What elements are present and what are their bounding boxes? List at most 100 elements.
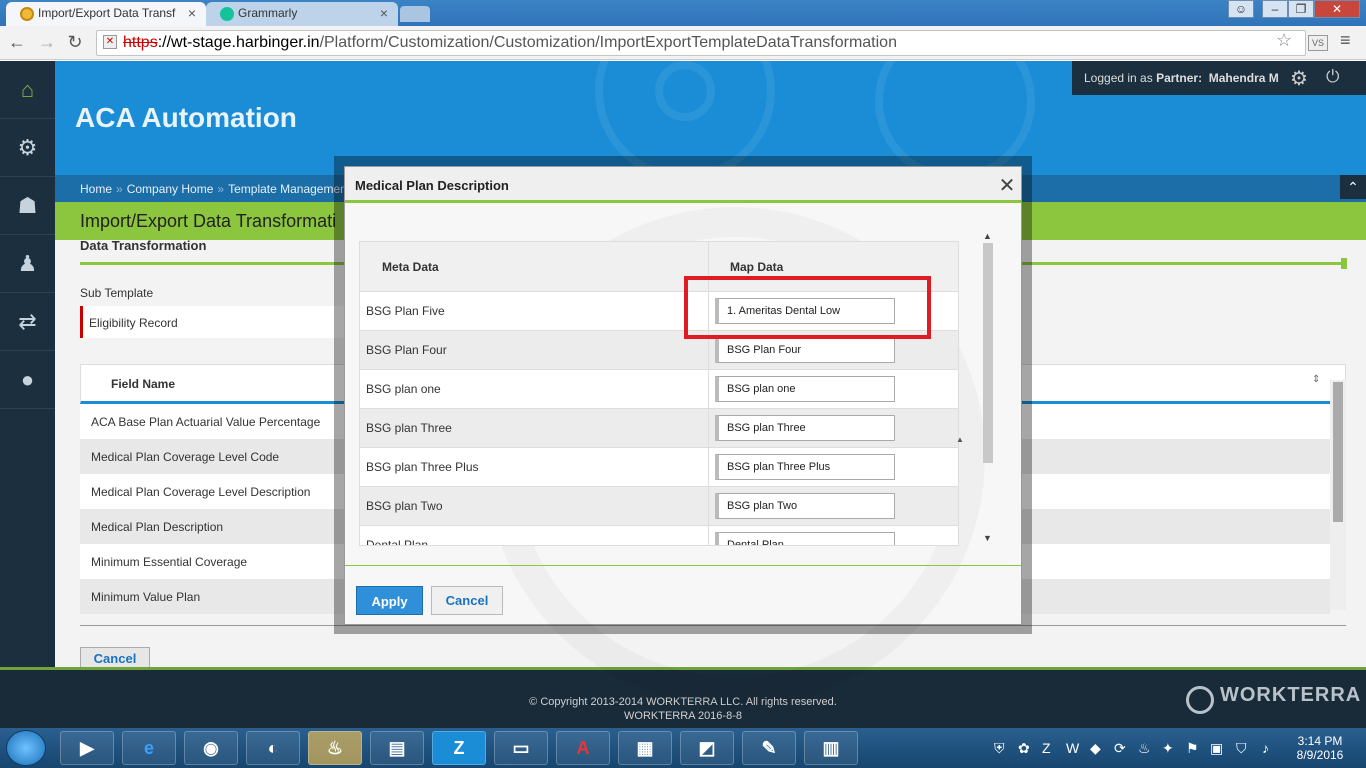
column-divider <box>708 487 709 526</box>
column-header-meta-data: Meta Data <box>382 260 439 274</box>
taskbar-app-notes[interactable]: ▤ <box>370 731 424 765</box>
user-admin-icon[interactable]: ☗ <box>0 177 55 235</box>
scrollbar-thumb[interactable] <box>983 243 993 463</box>
system-tray: ⛨ ✿ Z W ◆ ⟳ ♨ ✦ ⚑ ▣ ⛉ ♪ <box>990 728 1290 768</box>
logged-in-prefix: Logged in as <box>1084 71 1157 85</box>
breadcrumb-template-management[interactable]: Template Management <box>228 182 350 196</box>
configuration-icon[interactable]: ⚙ <box>0 119 55 177</box>
taskbar-app-z[interactable]: Z <box>432 731 486 765</box>
tray-app-icon[interactable]: ◆ <box>1090 740 1101 757</box>
tray-shield-icon[interactable]: ⛨ <box>994 740 1005 757</box>
column-divider <box>708 409 709 448</box>
column-divider <box>708 526 709 545</box>
footer-brand: WORKTERRA <box>1220 684 1362 706</box>
user-icon[interactable]: ♟ <box>0 235 55 293</box>
page-cancel-button[interactable]: Cancel <box>80 647 150 669</box>
page-title: Import/Export Data Transformati <box>80 211 337 231</box>
address-bar[interactable]: ✕ https://wt-stage.harbinger.in/Platform/… <box>96 30 1306 56</box>
meta-data-cell: BSG plan Three Plus <box>366 460 479 474</box>
tray-sync-icon[interactable]: ⟳ <box>1114 740 1126 757</box>
mapping-row: Dental Plan Dental Plan <box>360 526 958 546</box>
taskbar-app-ie[interactable]: e <box>122 731 176 765</box>
taskbar-app-snipping[interactable]: ◩ <box>680 731 734 765</box>
taskbar-app-firefox[interactable]: ◐ <box>246 731 300 765</box>
taskbar-app-acrobat[interactable]: A <box>556 731 610 765</box>
breadcrumb-home[interactable]: Home <box>80 182 112 196</box>
tray-z-icon[interactable]: Z <box>1042 740 1051 756</box>
taskbar-clock[interactable]: 3:14 PM 8/9/2016 <box>1290 734 1350 762</box>
map-data-input[interactable]: Dental Plan <box>715 532 895 545</box>
taskbar-app-media[interactable]: ▶ <box>60 731 114 765</box>
settings-gear-icon[interactable]: ⚙ <box>1290 66 1308 91</box>
new-tab-button[interactable] <box>400 6 430 22</box>
tab-title: Import/Export Data Transf <box>38 6 176 20</box>
dialog-cancel-button[interactable]: Cancel <box>431 586 503 615</box>
taskbar-app-paint[interactable]: ✎ <box>742 731 796 765</box>
tab-close-icon[interactable]: × <box>188 5 196 21</box>
map-data-input[interactable]: BSG plan Three <box>715 415 895 441</box>
home-icon[interactable]: ⌂ <box>0 61 55 119</box>
partner-label: Partner: <box>1156 71 1203 85</box>
minimize-button[interactable]: – <box>1262 0 1288 18</box>
login-info: Logged in as Partner: Mahendra M ⚙ ⏻ <box>1072 61 1366 95</box>
transfer-arrows-icon[interactable]: ⇄ <box>0 293 55 351</box>
taskbar-app-calculator[interactable]: ▥ <box>804 731 858 765</box>
back-arrow-icon[interactable]: ← <box>6 32 28 53</box>
insecure-lock-icon[interactable]: ✕ <box>103 35 117 49</box>
scrollbar-thumb[interactable] <box>1333 382 1343 522</box>
menu-icon[interactable]: ≡ <box>1340 30 1351 51</box>
mapping-row: BSG plan Three BSG plan Three <box>360 409 958 448</box>
taskbar-app-spreadsheet[interactable]: ▦ <box>618 731 672 765</box>
dialog-scrollbar[interactable]: ▲ ▼ <box>981 231 995 547</box>
meta-data-cell: BSG plan one <box>366 382 441 396</box>
breadcrumb-company-home[interactable]: Company Home <box>127 182 214 196</box>
left-sidebar: ⌂ ⚙ ☗ ♟ ⇄ ● <box>0 61 55 668</box>
extension-icon[interactable]: VS <box>1308 35 1328 51</box>
taskbar-app-chrome[interactable]: ◉ <box>184 731 238 765</box>
column-header-map-data: Map Data <box>730 260 784 274</box>
tray-w-icon[interactable]: W <box>1066 740 1079 756</box>
reload-icon[interactable]: ↻ <box>64 32 86 53</box>
banner-decoration <box>655 61 715 121</box>
chat-icon[interactable]: ● <box>0 351 55 409</box>
tray-java-icon[interactable]: ♨ <box>1138 740 1151 757</box>
maximize-button[interactable]: ❐ <box>1288 0 1314 18</box>
map-data-input[interactable]: BSG plan Two <box>715 493 895 519</box>
grid-scrollbar[interactable] <box>1330 380 1346 610</box>
tab-close-icon[interactable]: × <box>380 5 388 21</box>
scroll-down-arrow-icon[interactable]: ▼ <box>983 533 992 543</box>
bookmark-star-icon[interactable]: ☆ <box>1276 30 1292 51</box>
start-button[interactable] <box>6 730 46 766</box>
clock-date: 8/9/2016 <box>1296 748 1344 762</box>
map-data-input[interactable]: BSG plan Three Plus <box>715 454 895 480</box>
map-data-input[interactable]: BSG plan one <box>715 376 895 402</box>
map-data-input[interactable]: BSG Plan Four <box>715 337 895 363</box>
browser-tab-grammarly[interactable]: Grammarly × <box>206 2 398 26</box>
tray-network-icon[interactable]: ▣ <box>1210 740 1223 757</box>
taskbar-app-active[interactable]: ♨ <box>308 731 362 765</box>
sort-icon[interactable]: ⇕ <box>1312 374 1320 385</box>
power-icon[interactable]: ⏻ <box>1326 67 1339 87</box>
apply-button[interactable]: Apply <box>356 586 423 615</box>
highlight-annotation-box <box>684 276 931 339</box>
sub-template-select[interactable]: Eligibility Record <box>80 306 360 338</box>
dialog-footer-divider <box>345 565 1021 566</box>
meta-data-cell: Dental Plan <box>366 538 429 546</box>
scroll-up-arrow-icon[interactable]: ▲ <box>983 231 992 241</box>
taskbar-app-explorer[interactable]: ▭ <box>494 731 548 765</box>
tray-volume-icon[interactable]: ♪ <box>1262 740 1269 756</box>
tray-antivirus-icon[interactable]: ⛉ <box>1236 740 1247 757</box>
scroll-up-arrow-icon[interactable]: ▲ <box>956 435 964 444</box>
breadcrumb-separator: » <box>116 182 123 196</box>
tray-fire-icon[interactable]: ✦ <box>1162 740 1174 757</box>
meta-data-cell: BSG Plan Five <box>366 304 445 318</box>
browser-tab-active[interactable]: Import/Export Data Transf × <box>6 2 206 26</box>
tray-flag-icon[interactable]: ⚑ <box>1186 740 1199 757</box>
dialog-close-icon[interactable]: ✕ <box>997 173 1017 198</box>
collapse-chevron-icon[interactable]: ⌃ <box>1340 175 1366 199</box>
forward-arrow-icon[interactable]: → <box>36 32 58 53</box>
tray-flower-icon[interactable]: ✿ <box>1018 740 1030 757</box>
window-close-button[interactable]: ✕ <box>1314 0 1360 18</box>
url-scheme: https <box>123 34 158 51</box>
user-profile-icon[interactable]: ☺ <box>1228 0 1254 18</box>
